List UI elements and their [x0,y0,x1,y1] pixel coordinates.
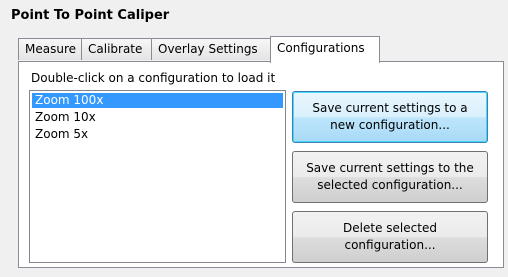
tab-configurations[interactable]: Configurations [270,36,380,63]
list-item[interactable]: Zoom 100x [32,93,283,108]
list-item[interactable]: Zoom 5x [32,127,283,142]
tab-calibrate[interactable]: Calibrate [81,38,152,60]
delete-configuration-button[interactable]: Delete selected configuration... [292,211,488,263]
instruction-label: Double-click on a configuration to load … [31,71,276,85]
save-selected-configuration-button[interactable]: Save current settings to the selected co… [292,151,488,203]
tab-measure[interactable]: Measure [18,38,82,60]
configuration-list[interactable]: Zoom 100x Zoom 10x Zoom 5x [29,90,286,263]
list-item[interactable]: Zoom 10x [32,110,283,125]
window-title: Point To Point Caliper [11,8,170,23]
tab-overlay-settings[interactable]: Overlay Settings [151,38,271,60]
save-new-configuration-button[interactable]: Save current settings to a new configura… [292,91,488,143]
